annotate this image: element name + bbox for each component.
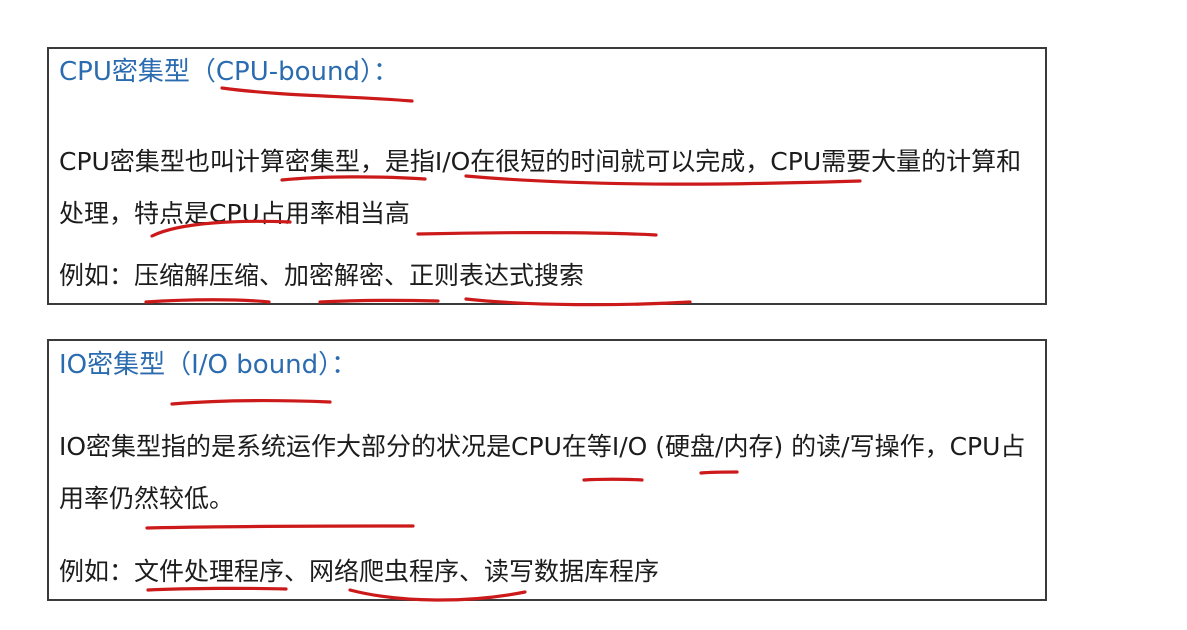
cpu-bound-heading: CPU密集型（CPU-bound）：: [59, 57, 399, 87]
io-bound-description: IO密集型指的是系统运作大部分的状况是CPU在等I/O (硬盘/内存) 的读/写…: [59, 432, 1026, 513]
io-bound-heading: IO密集型（I/O bound）：: [59, 350, 358, 380]
cpu-bound-examples: 例如：压缩解压缩、加密解密、正则表达式搜索: [59, 261, 585, 290]
cpu-bound-card: CPU密集型（CPU-bound）： CPU密集型也叫计算密集型，是指I/O在很…: [47, 47, 1047, 305]
cpu-bound-description: CPU密集型也叫计算密集型，是指I/O在很短的时间就可以完成，CPU需要大量的计…: [59, 147, 1022, 228]
io-bound-card: IO密集型（I/O bound）： IO密集型指的是系统运作大部分的状况是CPU…: [47, 339, 1047, 601]
io-bound-examples: 例如：文件处理程序、网络爬虫程序、读写数据库程序: [59, 557, 660, 586]
